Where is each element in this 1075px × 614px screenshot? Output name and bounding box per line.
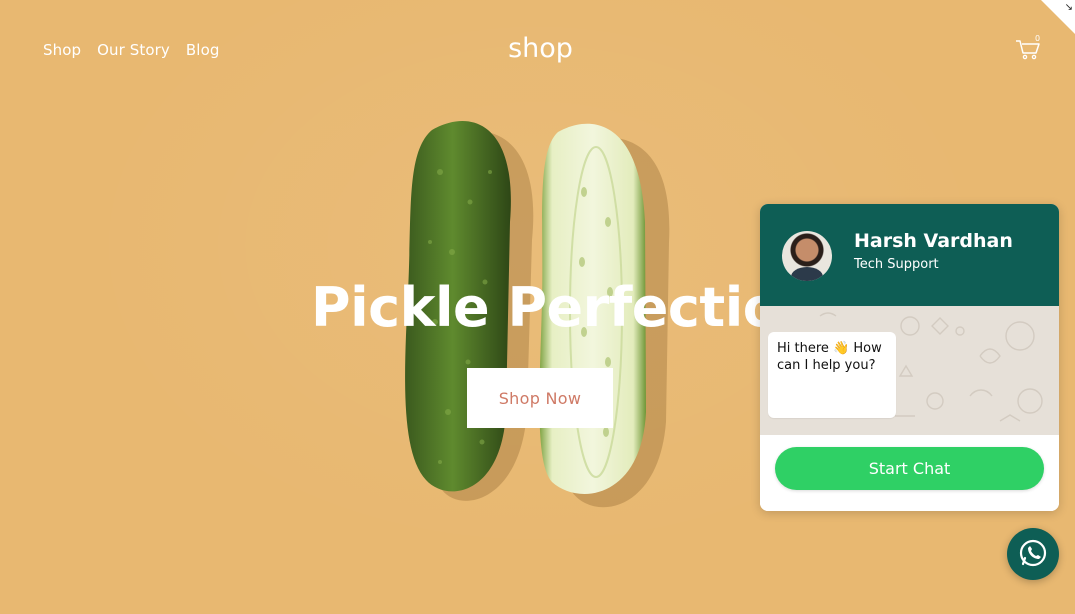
- start-chat-button[interactable]: Start Chat: [775, 447, 1044, 490]
- shop-now-button[interactable]: Shop Now: [467, 368, 613, 428]
- whatsapp-icon: [1019, 539, 1047, 567]
- greeting-message: Hi there 👋 How can I help you?: [768, 332, 896, 418]
- agent-avatar: [782, 231, 832, 281]
- chat-footer: Start Chat: [760, 435, 1059, 511]
- agent-name: Harsh Vardhan: [854, 230, 1013, 252]
- cart-count: 0: [1035, 34, 1041, 43]
- hero-title: Pickle Perfection: [311, 276, 818, 339]
- chat-header: Harsh Vardhan Tech Support: [760, 204, 1059, 306]
- whatsapp-button[interactable]: [1007, 528, 1059, 580]
- site-logo[interactable]: shop: [0, 33, 1075, 64]
- corner-arrow-icon: ↘: [1064, 2, 1073, 13]
- chat-body: Hi there 👋 How can I help you?: [760, 306, 1059, 435]
- agent-role: Tech Support: [854, 257, 939, 272]
- chat-widget: Harsh Vardhan Tech Support Hi there 👋 Ho…: [760, 204, 1059, 511]
